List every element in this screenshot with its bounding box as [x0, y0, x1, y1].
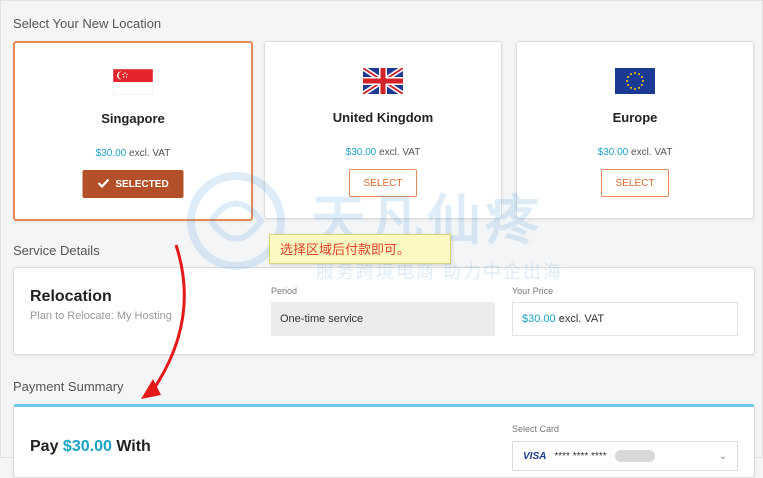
price-amount: $30.00 [522, 313, 556, 325]
location-card-europe[interactable]: Europe $30.00 excl. VAT SELECT [516, 41, 754, 219]
location-price-amount: $30.00 [345, 147, 377, 158]
location-name: Europe [612, 110, 658, 125]
price-field: $30.00 excl. VAT [512, 302, 738, 336]
period-label: Period [271, 286, 298, 296]
select-button[interactable]: SELECT [349, 169, 417, 197]
select-button[interactable]: SELECT [601, 169, 669, 197]
payment-card: Pay $30.00 With Select Card VISA **** **… [13, 404, 755, 478]
pay-title-suffix: With [116, 438, 151, 455]
payment-section-title: Payment Summary [13, 379, 124, 394]
card-select-dropdown[interactable]: VISA **** **** **** ⌄ [512, 441, 738, 471]
check-icon [97, 178, 110, 191]
service-title: Relocation [30, 288, 112, 305]
service-details-card: Relocation Plan to Relocate: My Hosting … [13, 267, 755, 355]
pay-title: Pay $30.00 With [30, 438, 151, 456]
chevron-down-icon: ⌄ [718, 450, 727, 462]
location-section-title: Select Your New Location [13, 16, 162, 31]
pay-amount: $30.00 [62, 438, 112, 455]
service-section-title: Service Details [13, 243, 100, 258]
selected-button-label: SELECTED [115, 178, 169, 190]
select-card-label: Select Card [512, 424, 560, 434]
eu-flag-icon [615, 68, 655, 94]
page-frame: Select Your New Location Singapore $30.0… [0, 0, 763, 478]
singapore-flag-icon [113, 69, 153, 95]
annotation-tooltip: 选择区域后付款即可。 [269, 234, 451, 264]
location-price: $30.00 excl. VAT [517, 147, 753, 158]
price-suffix: excl. VAT [558, 313, 605, 325]
location-price-suffix: excl. VAT [129, 148, 171, 159]
pay-title-prefix: Pay [30, 438, 59, 455]
selected-button[interactable]: SELECTED [82, 170, 184, 198]
location-price-suffix: excl. VAT [631, 147, 673, 158]
price-label: Your Price [512, 286, 554, 296]
location-card-united-kingdom[interactable]: United Kingdom $30.00 excl. VAT SELECT [264, 41, 502, 219]
location-price-suffix: excl. VAT [379, 147, 421, 158]
location-name: Singapore [101, 111, 165, 126]
location-price: $30.00 excl. VAT [265, 147, 501, 158]
location-price: $30.00 excl. VAT [15, 148, 251, 159]
location-name: United Kingdom [332, 110, 434, 125]
location-price-amount: $30.00 [95, 148, 127, 159]
service-subtitle: Plan to Relocate: My Hosting [30, 310, 172, 322]
location-card-singapore[interactable]: Singapore $30.00 excl. VAT SELECTED [13, 41, 253, 221]
location-price-amount: $30.00 [597, 147, 629, 158]
visa-icon: VISA [523, 450, 547, 462]
redacted-card-digits [614, 450, 655, 462]
uk-flag-icon [363, 68, 403, 94]
card-masked-number: **** **** **** [554, 450, 607, 462]
period-field: One-time service [271, 302, 495, 336]
